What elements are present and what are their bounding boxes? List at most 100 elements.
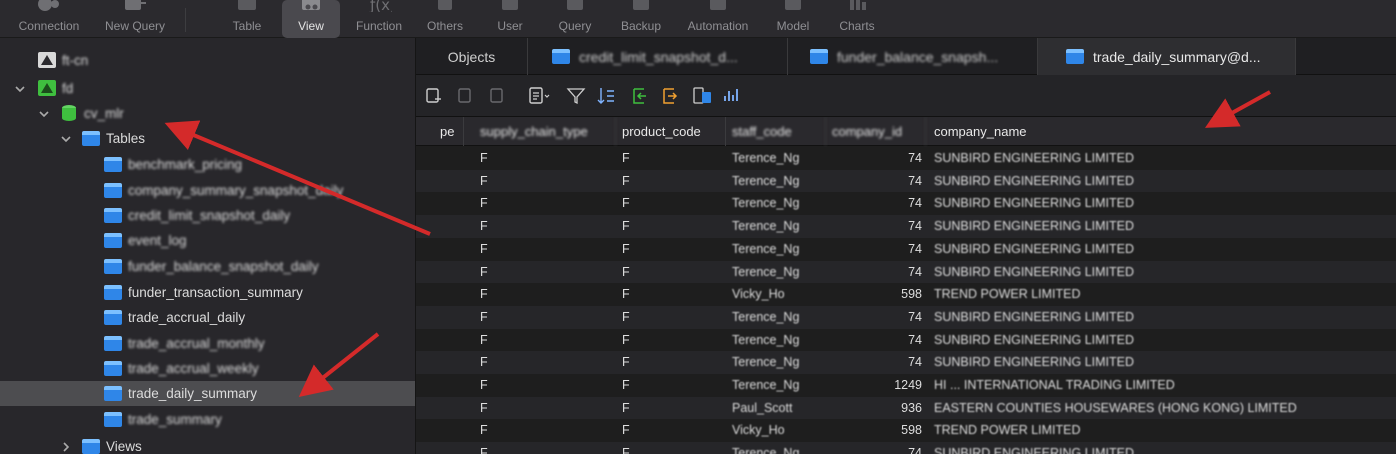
table-row[interactable]: F F Terence_Ng 74 SUNBIRD ENGINEERING LIMITE… [416,192,1396,215]
automation-button[interactable]: Automation [678,0,758,38]
table-row[interactable]: F F Terence_Ng 1249 HI ... INTERNATIONAL TRA… [416,374,1396,397]
sidebar-table-item-selected[interactable]: trade_daily_summary [0,381,415,406]
table-cell[interactable]: F [480,238,616,261]
table-cell[interactable]: SUNBIRD ENGINEERING LIMITED [934,170,1394,193]
column-header[interactable]: company_id [826,117,926,146]
data-generator-icon[interactable] [692,86,712,106]
table-cell[interactable]: F [622,192,726,215]
sidebar-table-item[interactable]: credit_limit_snapshot_daily [0,203,415,228]
table-cell[interactable]: 74 [826,147,922,170]
sidebar-tables-group[interactable]: Tables [0,126,415,151]
table-cell[interactable]: 598 [826,283,922,306]
table-cell[interactable]: 74 [826,351,922,374]
table-cell[interactable]: F [480,329,616,352]
table-cell[interactable]: Terence_Ng [732,306,826,329]
table-row[interactable]: F F Vicky_Ho 598 TREND POWER LIMITED [416,283,1396,306]
chevron-down-icon[interactable] [38,108,50,120]
table-row[interactable]: F F Terence_Ng 74 SUNBIRD ENGINEERING LIMITE… [416,215,1396,238]
charts-button[interactable]: Charts [832,0,882,38]
tab-trade-daily-summary[interactable]: trade_daily_summary@d... [1038,38,1296,75]
connection-button[interactable]: Connection [8,0,90,38]
table-cell[interactable]: F [480,351,616,374]
table-cell[interactable]: F [622,147,726,170]
table-cell[interactable]: F [622,283,726,306]
table-cell[interactable]: SUNBIRD ENGINEERING LIMITED [934,215,1394,238]
table-cell[interactable]: F [622,329,726,352]
table-cell[interactable]: Vicky_Ho [732,419,826,442]
table-cell[interactable]: 74 [826,192,922,215]
text-view-icon[interactable] [528,86,550,106]
table-cell[interactable] [416,147,464,170]
table-cell[interactable]: F [480,261,616,284]
table-row[interactable]: F F Terence_Ng 74 SUNBIRD ENGINEERING LIMITE… [416,147,1396,170]
table-cell[interactable]: F [480,419,616,442]
table-cell[interactable]: 74 [826,215,922,238]
table-button[interactable]: Table [222,0,272,38]
table-cell[interactable]: F [480,397,616,420]
table-cell[interactable]: Terence_Ng [732,170,826,193]
table-cell[interactable]: EASTERN COUNTIES HOUSEWARES (HONG KONG) … [934,397,1394,420]
sidebar-table-item[interactable]: trade_accrual_monthly [0,331,415,356]
table-row[interactable]: F F Terence_Ng 74 SUNBIRD ENGINEERING LIMITE… [416,442,1396,454]
table-cell[interactable]: Terence_Ng [732,238,826,261]
sidebar-table-item[interactable]: trade_accrual_weekly [0,356,415,381]
table-cell[interactable] [416,442,464,454]
table-cell[interactable]: F [622,238,726,261]
tab-credit-limit[interactable]: credit_limit_snapshot_d... [528,38,788,75]
table-cell[interactable]: Terence_Ng [732,329,826,352]
table-cell[interactable]: Terence_Ng [732,147,826,170]
table-cell[interactable] [416,170,464,193]
chevron-down-icon[interactable] [14,83,26,95]
others-button[interactable]: Others [420,0,470,38]
table-cell[interactable]: SUNBIRD ENGINEERING LIMITED [934,442,1394,454]
export-icon[interactable] [660,86,680,106]
column-header[interactable]: supply_chain_type [474,117,616,146]
table-cell[interactable]: F [480,442,616,454]
table-cell[interactable]: 74 [826,442,922,454]
table-cell[interactable] [416,238,464,261]
table-cell[interactable]: Terence_Ng [732,261,826,284]
table-cell[interactable]: F [622,261,726,284]
table-cell[interactable] [416,374,464,397]
table-cell[interactable] [416,215,464,238]
table-cell[interactable]: TREND POWER LIMITED [934,419,1394,442]
table-cell[interactable]: F [480,147,616,170]
sidebar-table-item[interactable]: company_summary_snapshot_daily [0,178,415,203]
table-cell[interactable]: SUNBIRD ENGINEERING LIMITED [934,192,1394,215]
table-cell[interactable]: F [480,215,616,238]
table-cell[interactable]: Terence_Ng [732,442,826,454]
table-cell[interactable]: SUNBIRD ENGINEERING LIMITED [934,147,1394,170]
table-cell[interactable]: 74 [826,238,922,261]
table-cell[interactable]: F [480,170,616,193]
view-button[interactable]: View [282,0,340,38]
table-cell[interactable]: F [480,283,616,306]
table-cell[interactable]: Terence_Ng [732,192,826,215]
column-header[interactable]: product_code [616,117,726,146]
table-cell[interactable]: F [622,170,726,193]
sort-icon[interactable] [596,86,616,106]
chevron-down-icon[interactable] [60,133,72,145]
table-cell[interactable]: 74 [826,306,922,329]
table-row[interactable]: F F Vicky_Ho 598 TREND POWER LIMITED [416,419,1396,442]
table-row[interactable]: F F Terence_Ng 74 SUNBIRD ENGINEERING LIMITE… [416,260,1396,284]
function-button[interactable]: ƒ(x) Function [347,0,411,38]
table-row[interactable]: F F Terence_Ng 74 SUNBIRD ENGINEERING LIMITE… [416,329,1396,352]
table-cell[interactable]: HI ... INTERNATIONAL TRADING LIMITED [934,374,1394,397]
table-cell[interactable]: SUNBIRD ENGINEERING LIMITED [934,351,1394,374]
table-cell[interactable]: 74 [826,170,922,193]
table-cell[interactable]: Terence_Ng [732,215,826,238]
user-button[interactable]: User [487,0,533,38]
table-cell[interactable]: 74 [826,261,922,284]
sidebar-table-item[interactable]: event_log [0,228,415,253]
begin-transaction-icon[interactable] [424,86,444,106]
sidebar-table-item[interactable]: trade_accrual_daily [0,305,415,330]
table-cell[interactable]: SUNBIRD ENGINEERING LIMITED [934,261,1394,284]
table-cell[interactable]: F [622,306,726,329]
table-cell[interactable]: F [622,374,726,397]
table-cell[interactable]: F [480,374,616,397]
table-row[interactable]: F F Terence_Ng 74 SUNBIRD ENGINEERING LIMITE… [416,169,1396,193]
table-cell[interactable] [416,397,464,420]
table-cell[interactable] [416,283,464,306]
sidebar-views-group[interactable]: Views [0,434,415,454]
column-header[interactable]: staff_code [726,117,826,146]
